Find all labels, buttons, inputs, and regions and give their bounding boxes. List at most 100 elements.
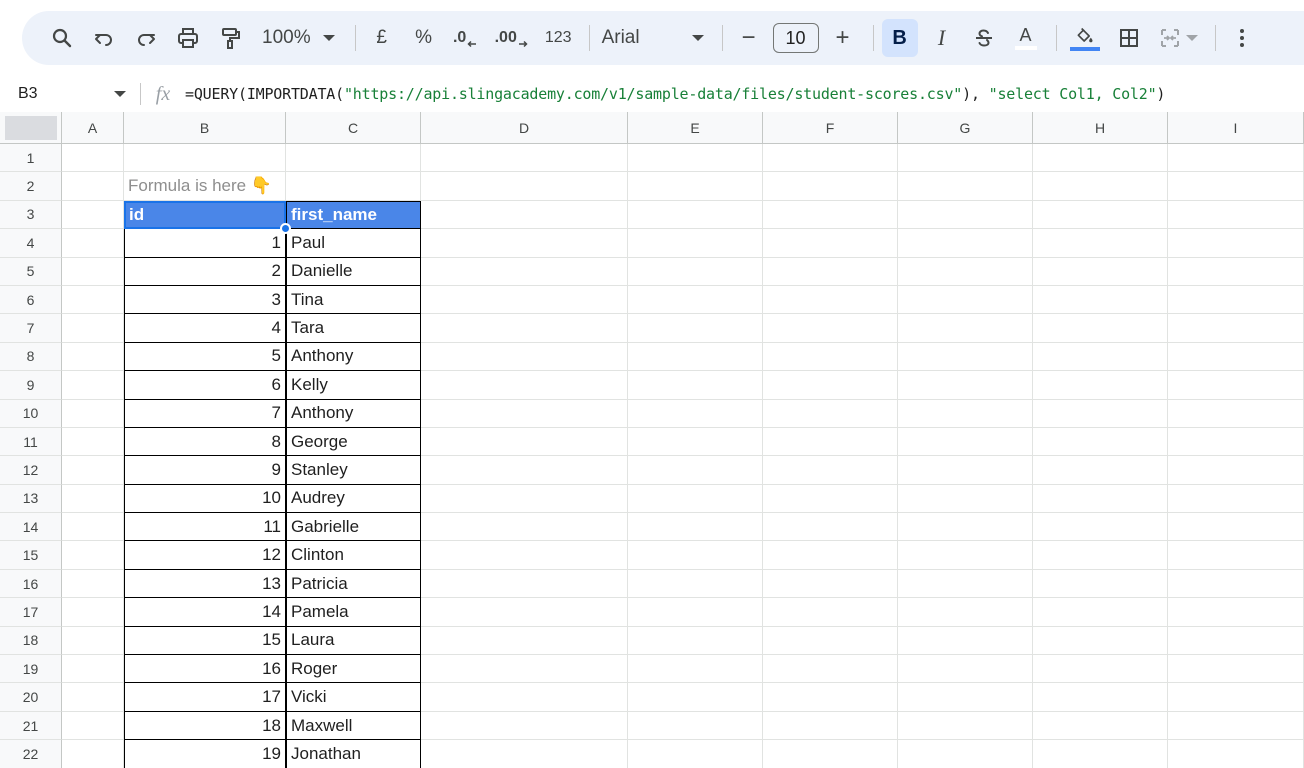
id-cell[interactable]: 7	[124, 399, 286, 428]
first-name-cell[interactable]: Patricia	[286, 569, 421, 599]
cell[interactable]	[898, 513, 1033, 542]
cell[interactable]	[763, 257, 898, 286]
cell[interactable]	[763, 456, 898, 485]
cell[interactable]	[763, 144, 898, 173]
cell[interactable]	[421, 229, 628, 258]
number-format-button[interactable]: 123	[540, 19, 577, 57]
row-header[interactable]: 6	[0, 285, 62, 315]
id-cell[interactable]: 14	[124, 598, 286, 627]
cell[interactable]	[763, 683, 898, 712]
cell[interactable]	[1168, 399, 1304, 428]
row-header[interactable]: 9	[0, 371, 62, 400]
cell[interactable]	[628, 541, 763, 570]
cell[interactable]	[1033, 399, 1168, 428]
first-name-cell[interactable]: Jonathan	[286, 740, 421, 768]
fill-color-button[interactable]	[1065, 19, 1105, 57]
row-header[interactable]: 12	[0, 456, 62, 485]
cell[interactable]	[62, 342, 124, 372]
print-icon[interactable]	[170, 19, 206, 57]
cell[interactable]	[421, 314, 628, 343]
bold-button[interactable]: B	[881, 19, 918, 57]
cell[interactable]	[1033, 371, 1168, 400]
cell[interactable]	[898, 172, 1033, 201]
cell[interactable]	[1168, 541, 1304, 570]
row-header[interactable]: 2	[0, 172, 62, 201]
cell[interactable]	[421, 541, 628, 570]
cell[interactable]	[421, 626, 628, 656]
decrease-font-size-button[interactable]: −	[731, 19, 767, 57]
italic-button[interactable]: I	[924, 19, 960, 57]
cell[interactable]	[421, 456, 628, 485]
cell[interactable]	[763, 371, 898, 400]
first-name-cell[interactable]: Danielle	[286, 257, 421, 286]
first-name-cell[interactable]: Roger	[286, 655, 421, 684]
cell[interactable]	[628, 740, 763, 768]
row-header[interactable]: 3	[0, 200, 62, 230]
row-header[interactable]: 4	[0, 229, 62, 258]
row-header[interactable]: 1	[0, 144, 62, 173]
cell[interactable]	[1168, 427, 1304, 457]
cell[interactable]	[1168, 314, 1304, 343]
cell[interactable]	[898, 626, 1033, 656]
column-header-f[interactable]: F	[763, 112, 898, 144]
id-cell[interactable]: 13	[124, 569, 286, 599]
cell[interactable]	[1168, 683, 1304, 712]
first-name-cell[interactable]: Pamela	[286, 598, 421, 627]
cell[interactable]	[1033, 740, 1168, 768]
cell[interactable]	[421, 655, 628, 684]
id-cell[interactable]: 19	[124, 740, 286, 768]
cell[interactable]	[763, 541, 898, 570]
first-name-cell[interactable]: Paul	[286, 229, 421, 258]
cell[interactable]	[1033, 427, 1168, 457]
id-cell[interactable]: 3	[124, 285, 286, 315]
font-size-input[interactable]: 10	[772, 23, 819, 53]
row-header[interactable]: 20	[0, 683, 62, 712]
text-color-button[interactable]: A	[1008, 19, 1044, 57]
cell[interactable]	[898, 541, 1033, 570]
row-header[interactable]: 17	[0, 598, 62, 627]
cell[interactable]	[1168, 257, 1304, 286]
cell[interactable]	[62, 229, 124, 258]
cell[interactable]	[286, 172, 421, 201]
cell[interactable]	[763, 484, 898, 514]
cell[interactable]	[1033, 342, 1168, 372]
paint-format-icon[interactable]	[212, 19, 248, 57]
first-name-cell[interactable]: George	[286, 427, 421, 457]
cell[interactable]	[421, 144, 628, 173]
cell[interactable]	[1168, 711, 1304, 741]
first-name-cell[interactable]: Kelly	[286, 371, 421, 400]
row-header[interactable]: 15	[0, 541, 62, 570]
cell[interactable]	[898, 229, 1033, 258]
cell[interactable]	[62, 711, 124, 741]
cell[interactable]	[62, 427, 124, 457]
cell[interactable]	[628, 285, 763, 315]
cell[interactable]	[1033, 200, 1168, 230]
column-header-g[interactable]: G	[898, 112, 1033, 144]
cell[interactable]	[1033, 598, 1168, 627]
row-header[interactable]: 21	[0, 711, 62, 741]
cell[interactable]	[763, 229, 898, 258]
id-cell[interactable]: 15	[124, 626, 286, 656]
cell[interactable]	[628, 598, 763, 627]
column-header-c[interactable]: C	[286, 112, 421, 144]
cell[interactable]	[763, 314, 898, 343]
cell[interactable]	[763, 172, 898, 201]
cell[interactable]	[628, 513, 763, 542]
cell[interactable]	[1168, 456, 1304, 485]
cell[interactable]	[628, 144, 763, 173]
row-header[interactable]: 10	[0, 399, 62, 428]
cell[interactable]	[763, 285, 898, 315]
cell[interactable]	[1168, 484, 1304, 514]
cell[interactable]	[628, 172, 763, 201]
cell[interactable]	[1168, 200, 1304, 230]
cell[interactable]	[62, 371, 124, 400]
id-cell[interactable]: 5	[124, 342, 286, 372]
row-header[interactable]: 16	[0, 569, 62, 599]
cell[interactable]	[421, 342, 628, 372]
cell[interactable]	[1033, 655, 1168, 684]
cell[interactable]	[898, 342, 1033, 372]
cell[interactable]	[421, 513, 628, 542]
cell[interactable]	[763, 626, 898, 656]
cell[interactable]	[898, 598, 1033, 627]
select-all-corner[interactable]	[0, 112, 62, 144]
